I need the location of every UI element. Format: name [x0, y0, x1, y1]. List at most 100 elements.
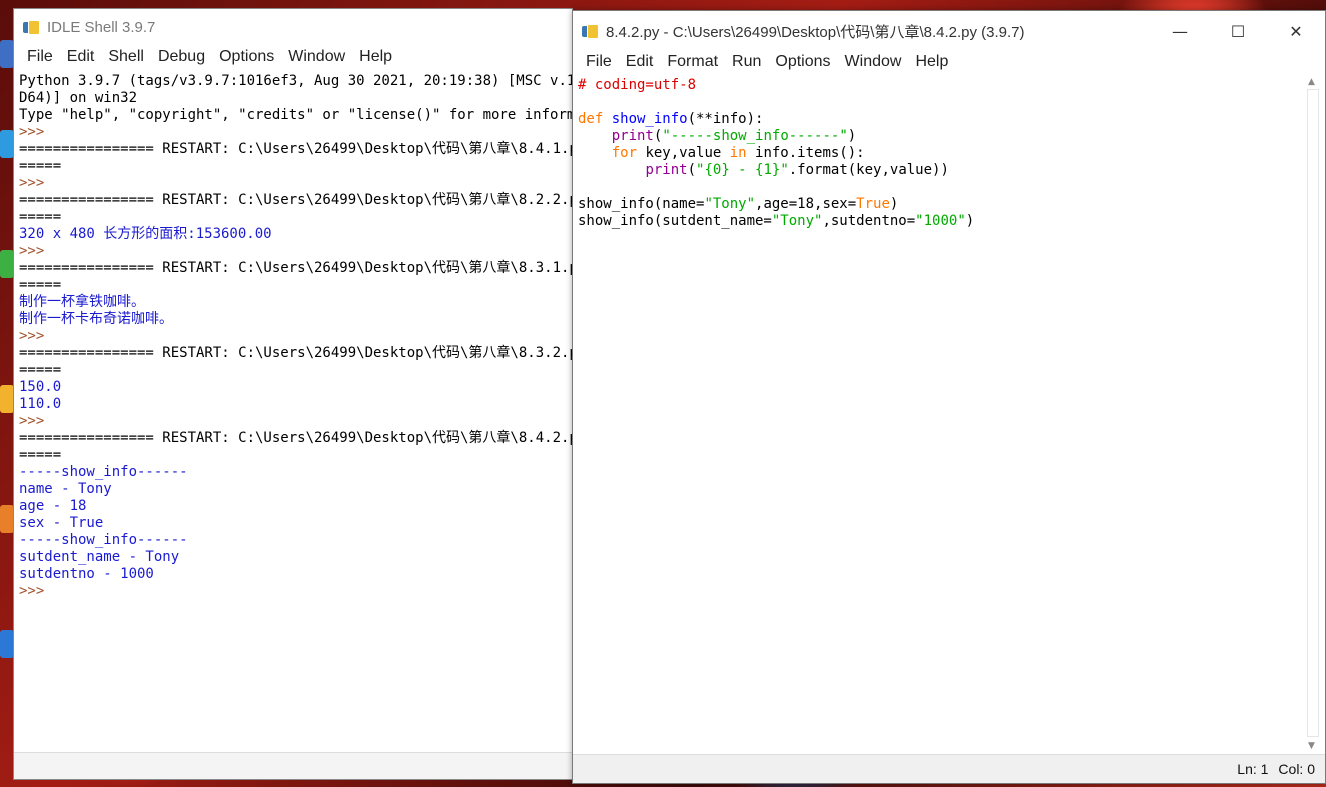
code-line: print("-----show_info------") [578, 128, 1303, 145]
editor-menu-file[interactable]: File [579, 53, 619, 71]
code-token: "{0} - {1}" [696, 162, 789, 178]
shell-output-line: ================ RESTART: C:\Users\26499… [19, 345, 572, 361]
code-line: show_info(name="Tony",age=18,sex=True) [578, 196, 1303, 213]
shell-output-line: ================ RESTART: C:\Users\26499… [19, 141, 572, 157]
desktop-shortcut-icon[interactable] [0, 40, 14, 68]
shell-output-area[interactable]: Python 3.9.7 (tags/v3.9.7:1016ef3, Aug 3… [19, 73, 572, 751]
python-file-icon [582, 23, 599, 39]
shell-output-line: ===== [19, 277, 62, 293]
shell-output-line: sutdentno - 1000 [19, 566, 154, 582]
code-token: print [645, 162, 688, 178]
shell-prompt: >>> [19, 175, 53, 191]
shell-menubar: File Edit Shell Debug Options Window Hel… [14, 45, 572, 69]
code-token: print [611, 128, 654, 144]
code-token: in [729, 145, 747, 161]
shell-title: IDLE Shell 3.9.7 [47, 18, 156, 36]
editor-vertical-scrollbar[interactable]: ▲ ▼ [1305, 75, 1321, 753]
code-token: "1000" [915, 213, 966, 229]
code-token: .format(key,value)) [788, 162, 949, 178]
scrollbar-track[interactable] [1307, 89, 1319, 737]
code-token: def [578, 111, 612, 127]
shell-output-line: ================ RESTART: C:\Users\26499… [19, 260, 572, 276]
desktop-shortcut-icon[interactable] [0, 385, 14, 413]
shell-output-line: age - 18 [19, 498, 87, 514]
code-token: ) [847, 128, 857, 144]
scroll-up-arrow-icon[interactable]: ▲ [1308, 77, 1315, 87]
code-token: info.items(): [746, 145, 865, 161]
python-idle-icon [23, 19, 40, 35]
shell-menu-debug[interactable]: Debug [151, 48, 212, 66]
editor-menu-format[interactable]: Format [660, 53, 725, 71]
shell-output-line: 制作一杯卡布奇诺咖啡。 [19, 311, 173, 327]
shell-menu-file[interactable]: File [20, 48, 60, 66]
code-token: show_info(name= [578, 196, 705, 212]
shell-output-line: ================ RESTART: C:\Users\26499… [19, 430, 572, 446]
code-token: "-----show_info------" [662, 128, 848, 144]
shell-output-line: sutdent_name - Tony [19, 549, 180, 565]
code-token: ) [889, 196, 899, 212]
editor-menu-window[interactable]: Window [838, 53, 909, 71]
editor-titlebar[interactable]: 8.4.2.py - C:\Users\26499\Desktop\代码\第八章… [573, 11, 1325, 51]
shell-menu-shell[interactable]: Shell [101, 48, 151, 66]
shell-prompt: >>> [19, 328, 53, 344]
editor-window[interactable]: 8.4.2.py - C:\Users\26499\Desktop\代码\第八章… [572, 10, 1326, 784]
shell-output-line: 150.0 [19, 379, 62, 395]
shell-menu-options[interactable]: Options [212, 48, 281, 66]
code-token: ) [965, 213, 975, 229]
shell-output-line: -----show_info------ [19, 464, 188, 480]
shell-menu-window[interactable]: Window [281, 48, 352, 66]
code-token: ( [687, 162, 697, 178]
maximize-button[interactable]: ☐ [1209, 11, 1267, 51]
desktop-shortcut-icon[interactable] [0, 505, 14, 533]
shell-titlebar[interactable]: IDLE Shell 3.9.7 [14, 9, 572, 45]
desktop-shortcut-icon[interactable] [0, 250, 14, 278]
shell-output-line: ===== [19, 209, 62, 225]
idle-shell-window[interactable]: IDLE Shell 3.9.7 File Edit Shell Debug O… [13, 8, 573, 780]
shell-output-line: Type "help", "copyright", "credits" or "… [19, 107, 572, 123]
shell-output-line: -----show_info------ [19, 532, 188, 548]
shell-output-line: ================ RESTART: C:\Users\26499… [19, 192, 572, 208]
shell-output-line: name - Tony [19, 481, 112, 497]
shell-output-line: 320 x 480 长方形的面积:153600.00 [19, 226, 272, 242]
editor-menubar: File Edit Format Run Options Window Help [573, 51, 1325, 73]
close-button[interactable]: ✕ [1267, 11, 1325, 51]
shell-prompt: >>> [19, 124, 53, 140]
desktop-shortcut-icon[interactable] [0, 130, 14, 158]
shell-prompt: >>> [19, 413, 53, 429]
editor-status-bar: Ln: 1 Col: 0 [573, 754, 1325, 783]
code-editor-area[interactable]: # coding=utf-8 def show_info(**info): pr… [578, 77, 1303, 753]
cursor-column-indicator: Col: 0 [1278, 761, 1315, 777]
code-line: def show_info(**info): [578, 111, 1303, 128]
shell-prompt: >>> [19, 243, 53, 259]
code-token: show_info [611, 111, 688, 127]
code-token: # coding=utf-8 [578, 77, 697, 93]
desktop-shortcut-icon[interactable] [0, 630, 14, 658]
shell-status-bar [14, 752, 572, 779]
shell-output-line: 110.0 [19, 396, 62, 412]
scroll-down-arrow-icon[interactable]: ▼ [1308, 741, 1315, 751]
editor-menu-help[interactable]: Help [908, 53, 955, 71]
code-token: "Tony" [704, 196, 756, 212]
code-line: for key,value in info.items(): [578, 145, 1303, 162]
code-line: # coding=utf-8 [578, 77, 1303, 94]
code-token: for [611, 145, 638, 161]
shell-output-line: D64)] on win32 [19, 90, 138, 106]
editor-menu-run[interactable]: Run [725, 53, 768, 71]
editor-menu-edit[interactable]: Edit [619, 53, 661, 71]
minimize-button[interactable]: — [1151, 11, 1209, 51]
shell-menu-help[interactable]: Help [352, 48, 399, 66]
code-token: True [856, 196, 890, 212]
shell-menu-edit[interactable]: Edit [60, 48, 102, 66]
editor-menu-options[interactable]: Options [768, 53, 837, 71]
shell-output-line: 制作一杯拿铁咖啡。 [19, 294, 145, 310]
shell-output-line: ===== [19, 158, 62, 174]
editor-title: 8.4.2.py - C:\Users\26499\Desktop\代码\第八章… [606, 23, 1025, 41]
shell-output-line: ===== [19, 362, 62, 378]
code-line: print("{0} - {1}".format(key,value)) [578, 162, 1303, 179]
shell-output-line: ===== [19, 447, 62, 463]
